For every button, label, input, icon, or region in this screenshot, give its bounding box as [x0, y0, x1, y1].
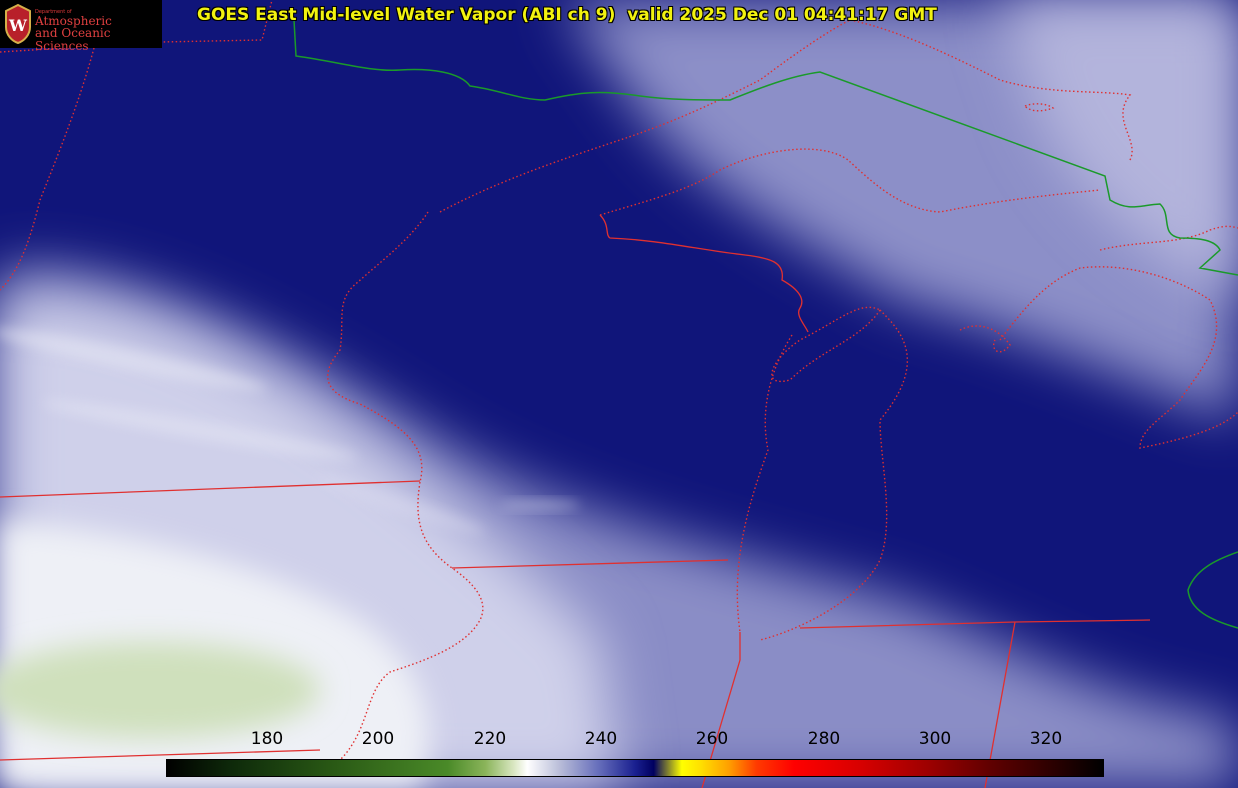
image-title: GOES East Mid-level Water Vapor (ABI ch … — [197, 5, 937, 25]
colorbar-tick-label: 260 — [695, 729, 729, 749]
colorbar-tick-label: 280 — [807, 729, 841, 749]
svg-text:W: W — [8, 16, 28, 35]
colorbar-tick-label: 300 — [918, 729, 952, 749]
temperature-colorbar — [166, 759, 1104, 777]
wisp-4 — [500, 500, 580, 510]
logo-line-oceanic: and Oceanic Sciences — [35, 26, 111, 53]
colorbar-tick-label: 240 — [584, 729, 618, 749]
water-vapor-map — [0, 0, 1238, 788]
colorbar-tick-label: 200 — [361, 729, 395, 749]
uw-aos-logo: W Department of Atmospheric and Oceanic … — [0, 0, 162, 53]
colorbar-tick-label: 320 — [1029, 729, 1063, 749]
colorbar-tick-label: 180 — [250, 729, 284, 749]
uw-crest-icon: W — [5, 3, 31, 45]
colorbar-tick-label: 220 — [473, 729, 507, 749]
satellite-image-view: W Department of Atmospheric and Oceanic … — [0, 0, 1238, 788]
